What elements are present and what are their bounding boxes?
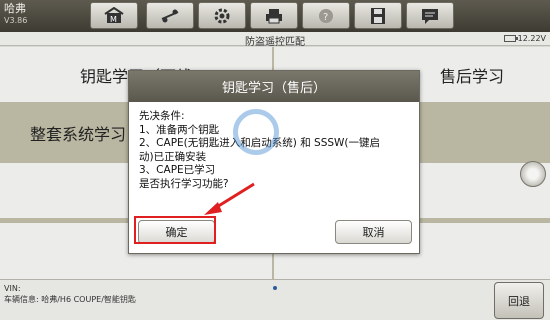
menu-full-system-learning[interactable]: 整套系统学习 — [0, 107, 128, 159]
dialog-line: 3、CAPE已学习 — [139, 164, 216, 176]
bottom-bar: VIN: 车辆信息: 哈弗/H6 COUPE/智能钥匙 回退 — [0, 279, 550, 320]
vin-label: VIN: — [4, 284, 21, 293]
home-button[interactable]: M — [90, 2, 138, 29]
watermark-logo — [233, 109, 279, 155]
vehicle-swap-button[interactable] — [146, 2, 194, 29]
page-indicator-dot — [273, 286, 277, 290]
dialog-message: 先决条件: 1、准备两个钥匙 2、CAPE(无钥匙进入和启动系统) 和 SSSW… — [129, 102, 419, 191]
save-button[interactable] — [354, 2, 402, 29]
printer-icon — [266, 8, 282, 23]
battery-status: 12.22V — [503, 34, 546, 43]
annotation-arrow-icon — [204, 182, 255, 215]
print-button[interactable] — [250, 2, 298, 29]
message-button[interactable] — [406, 2, 454, 29]
status-strip: 防盗遥控匹配 12.22V — [0, 32, 550, 48]
svg-text:?: ? — [323, 12, 328, 23]
dialog-line: 2、CAPE(无钥匙进入和启动系统) 和 SSSW(一键启 — [139, 137, 381, 149]
save-icon — [371, 7, 385, 24]
settings-button[interactable] — [198, 2, 246, 29]
brand: 哈弗 V3.86 — [4, 3, 27, 27]
app-version: V3.86 — [4, 16, 28, 25]
page-title: 防盗遥控匹配 — [245, 37, 305, 48]
vehicle-info-text: 车辆信息: 哈弗/H6 COUPE/智能钥匙 — [4, 295, 136, 304]
help-button[interactable]: ? — [302, 2, 350, 29]
back-button[interactable]: 回退 — [494, 282, 544, 319]
confirm-highlight-box — [134, 216, 216, 244]
battery-icon — [503, 35, 518, 42]
svg-text:M: M — [110, 15, 117, 24]
cancel-button[interactable]: 取消 — [335, 220, 412, 244]
dialog-line: 动)已正确安装 — [139, 150, 207, 163]
menu-after-sales-label: 售后学习 — [439, 66, 504, 86]
gear-icon — [214, 8, 230, 23]
menu-full-system-label: 整套系统学习 — [30, 125, 127, 144]
dialog-line: 1、准备两个钥匙 — [139, 123, 220, 136]
dialog-line: 是否执行学习功能? — [139, 177, 229, 190]
home-icon: M — [104, 6, 124, 24]
message-icon — [422, 8, 438, 24]
battery-voltage: 12.22V — [517, 34, 546, 43]
top-toolbar: 哈弗 V3.86 M ? — [0, 0, 550, 32]
scroll-knob[interactable] — [520, 161, 546, 187]
vehicle-info: VIN: 车辆信息: 哈弗/H6 COUPE/智能钥匙 — [4, 283, 136, 305]
brand-name: 哈弗 — [4, 2, 26, 15]
dialog-line: 先决条件: — [139, 110, 185, 122]
vehicle-swap-icon — [161, 9, 179, 22]
help-icon: ? — [319, 8, 333, 23]
dialog-title: 钥匙学习（售后） — [129, 71, 419, 102]
